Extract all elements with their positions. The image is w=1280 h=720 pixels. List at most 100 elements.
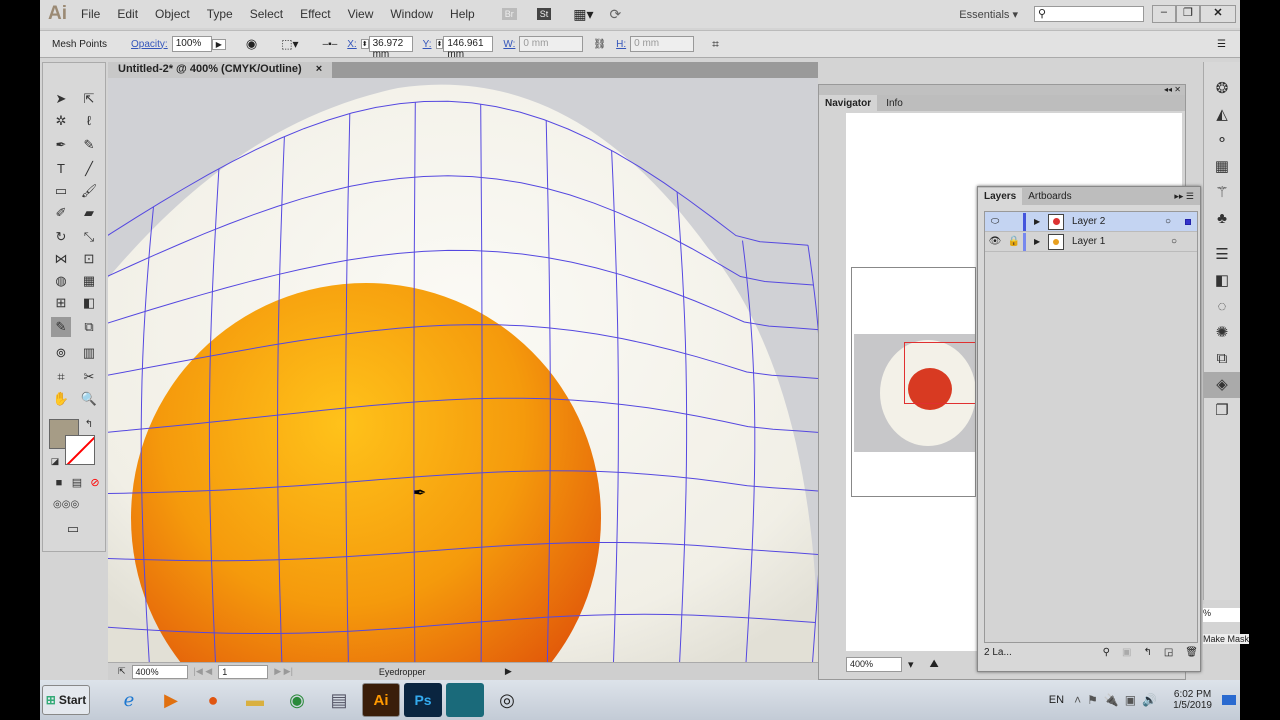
zoom-out-icon[interactable]: ▾	[908, 658, 914, 671]
gradient-icon[interactable]: ◧	[1204, 268, 1240, 294]
w-field[interactable]: 0 mm	[519, 36, 584, 52]
selection-tool-icon[interactable]: ➤	[51, 89, 71, 109]
zoom-field[interactable]: 400%	[131, 664, 188, 679]
make-clipping-mask-icon[interactable]: ▣	[1122, 647, 1131, 658]
workspace-switcher[interactable]: Essentials ▾	[959, 8, 1018, 21]
stock-button[interactable]: St	[536, 8, 552, 20]
menu-window[interactable]: Window	[390, 7, 433, 21]
document-canvas[interactable]: ✒	[108, 78, 818, 662]
expand-arrow-icon[interactable]: ▶	[1034, 217, 1048, 226]
rotate-tool-icon[interactable]: ↻	[51, 227, 71, 247]
expand-arrow-icon[interactable]: ▶	[1034, 237, 1048, 246]
transform-icon[interactable]: ⌗	[712, 37, 719, 52]
restore-button[interactable]: ❐	[1175, 5, 1200, 23]
pen-tool-icon[interactable]: ✒	[51, 135, 71, 155]
appearance-panel-icon[interactable]: ✺	[1204, 320, 1240, 346]
artboard-tool-icon[interactable]: ⌗	[51, 367, 71, 387]
firefox-icon[interactable]: ●	[194, 683, 232, 717]
opacity-field[interactable]: 100%	[171, 36, 212, 52]
tray-icons[interactable]: ˄⚑🔌▣🔊	[1074, 693, 1163, 707]
layer-name[interactable]: Layer 1	[1072, 236, 1171, 247]
panel-collapse-icon[interactable]: ◂◂ ✕	[819, 85, 1185, 95]
eraser-icon[interactable]: ▰	[79, 203, 99, 223]
media-player-icon[interactable]: ▶	[152, 683, 190, 717]
stroke-swatch[interactable]	[65, 435, 95, 465]
show-desktop-icon[interactable]	[1222, 695, 1236, 705]
start-button[interactable]: ⊞ Start	[42, 685, 90, 715]
app-taskbar-icon[interactable]	[446, 683, 484, 717]
symbols-icon[interactable]: ♣	[1204, 206, 1240, 232]
close-button[interactable]: ✕	[1199, 5, 1236, 23]
direct-selection-tool-icon[interactable]: ⇱	[79, 89, 99, 109]
prev-artboard-icon[interactable]: |◀ ◀	[194, 666, 213, 677]
delete-layer-icon[interactable]: 🗑	[1185, 647, 1198, 658]
language-indicator[interactable]: EN	[1049, 694, 1064, 706]
opacity-label[interactable]: Opacity:	[131, 39, 168, 50]
layers-dock-icon[interactable]: ◈	[1204, 372, 1240, 398]
new-layer-icon[interactable]: ◲	[1164, 647, 1173, 658]
search-input[interactable]: ⚲	[1033, 6, 1144, 22]
target-icon[interactable]: ○	[1165, 216, 1179, 227]
magic-wand-icon[interactable]: ✲	[51, 111, 71, 131]
eyedropper-tool-icon[interactable]: ✎	[51, 317, 71, 337]
arrange-documents-icon[interactable]: ▦▾	[573, 6, 593, 23]
scale-tool-icon[interactable]: ⤡	[79, 227, 99, 247]
make-mask-button[interactable]: Make Mask	[1203, 634, 1250, 644]
swatches-icon[interactable]: ◭	[1204, 102, 1240, 128]
graphic-styles-icon[interactable]: ▦	[1204, 154, 1240, 180]
status-menu-arrow[interactable]: ▶	[505, 666, 512, 677]
hand-tool-icon[interactable]: ✋	[51, 389, 71, 409]
brushes-icon[interactable]: ⚚	[1204, 180, 1240, 206]
appearance-icon[interactable]: ⚬	[1204, 128, 1240, 154]
zoom-tool-icon[interactable]: 🔍	[79, 389, 99, 409]
x-stepper[interactable]: ⬍	[360, 39, 369, 49]
file-explorer-icon[interactable]: ▬	[236, 683, 274, 717]
y-field[interactable]: 146.961 mm	[443, 36, 494, 60]
visibility-eye-icon[interactable]: 👁	[985, 236, 1005, 247]
symbol-sprayer-icon[interactable]: ⊚	[51, 343, 71, 363]
lasso-icon[interactable]: ℓ	[79, 111, 99, 131]
artboard-field[interactable]: 1	[218, 664, 269, 679]
opacity-arrow-button[interactable]: ▶	[211, 38, 226, 50]
visibility-toggle-icon[interactable]: ⬭	[985, 216, 1005, 227]
draw-mode-icon[interactable]: ◎◎◎	[53, 495, 79, 515]
blend-tool-icon[interactable]: ⧉	[79, 317, 99, 337]
selection-indicator[interactable]	[1185, 218, 1191, 225]
layer-row[interactable]: 👁 🔒 ▶ Layer 1 ○	[985, 232, 1197, 252]
menu-type[interactable]: Type	[207, 7, 233, 21]
view-box[interactable]	[904, 342, 975, 404]
type-tool-icon[interactable]: T	[51, 159, 71, 179]
artboard-nav-icon[interactable]: ⇱	[118, 666, 126, 677]
curvature-tool-icon[interactable]: ✎	[79, 135, 99, 155]
tab-navigator[interactable]: Navigator	[819, 95, 878, 112]
menu-effect[interactable]: Effect	[300, 7, 330, 21]
default-colors-icon[interactable]: ◪	[45, 451, 65, 471]
internet-explorer-icon[interactable]: ℯ	[110, 683, 148, 717]
obs-icon[interactable]: ◎	[488, 683, 526, 717]
x-field[interactable]: 36.972 mm	[368, 36, 413, 60]
stroke-icon[interactable]: ☰	[1204, 242, 1240, 268]
lock-icon[interactable]: 🔒	[1005, 236, 1023, 247]
line-tool-icon[interactable]: ╱	[79, 159, 99, 179]
navigator-zoom-field[interactable]: 400%	[846, 657, 902, 672]
width-tool-icon[interactable]: ⋈	[51, 249, 71, 269]
menu-help[interactable]: Help	[450, 7, 475, 21]
document-tab[interactable]: Untitled-2* @ 400% (CMYK/Outline) ×	[108, 62, 333, 78]
menu-file[interactable]: File	[81, 7, 100, 21]
gradient-tool-icon[interactable]: ◧	[79, 293, 99, 313]
partial-percent-field[interactable]: %	[1203, 608, 1240, 622]
paintbrush-icon[interactable]: 🖌	[79, 181, 99, 201]
align-icon[interactable]: ⬚▾	[281, 37, 298, 51]
shaper-tool-icon[interactable]: ✐	[51, 203, 71, 223]
sync-icon[interactable]: ⟳	[610, 6, 622, 23]
free-transform-icon[interactable]: ⊡	[79, 249, 99, 269]
tab-layers[interactable]: Layers	[978, 187, 1023, 205]
recolor-icon[interactable]: ◉	[246, 36, 257, 52]
artboards-icon[interactable]: ❐	[1204, 398, 1240, 424]
menu-view[interactable]: View	[348, 7, 374, 21]
y-stepper[interactable]: ⬍	[435, 39, 444, 49]
minimize-button[interactable]: –	[1151, 5, 1176, 23]
menu-select[interactable]: Select	[250, 7, 283, 21]
none-mode-icon[interactable]: ⊘	[85, 473, 105, 493]
h-field[interactable]: 0 mm	[630, 36, 695, 52]
